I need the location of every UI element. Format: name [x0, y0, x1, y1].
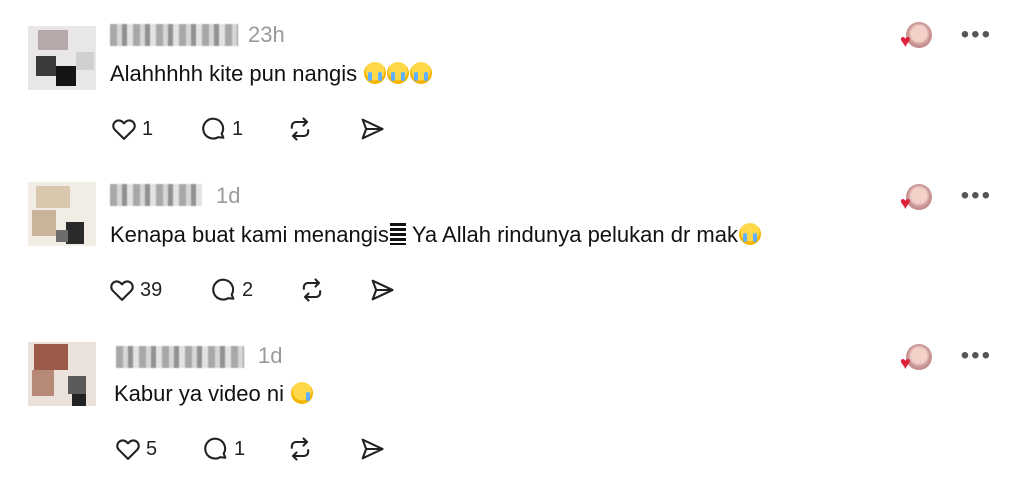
heart-badge-icon: ♥	[900, 31, 911, 51]
comment-icon	[212, 278, 235, 301]
like-count: 5	[146, 437, 158, 460]
like-button[interactable]: 39	[108, 275, 162, 305]
heart-icon	[112, 119, 136, 140]
comment-text-body: Alahhhhh kite pun nangis	[110, 61, 364, 86]
reply-button[interactable]: 1	[200, 114, 243, 144]
heart-badge-icon: ♥	[900, 193, 911, 213]
comment-text-continued: Ya Allah rindunya pelukan dr mak	[411, 222, 738, 247]
sad-tear-face-emoji	[291, 382, 314, 404]
repost-button[interactable]	[298, 275, 326, 305]
like-count: 39	[140, 278, 163, 301]
send-icon	[371, 279, 394, 301]
like-button[interactable]: 5	[114, 434, 157, 464]
comment-text-body: Kabur ya video ni	[114, 381, 291, 406]
liked-by-author-avatar: ♥	[900, 22, 934, 52]
repost-icon	[290, 117, 310, 141]
username[interactable]	[110, 184, 202, 206]
avatar[interactable]	[28, 342, 96, 406]
reply-button[interactable]: 1	[202, 434, 245, 464]
heart-badge-icon: ♥	[900, 353, 911, 373]
timestamp: 1d	[258, 343, 283, 368]
repost-button[interactable]	[286, 114, 314, 144]
username[interactable]	[116, 346, 244, 368]
share-button[interactable]	[358, 434, 386, 464]
share-button[interactable]	[368, 275, 396, 305]
flag-emoji	[389, 223, 406, 245]
reply-button[interactable]: 2	[210, 275, 253, 305]
repost-button[interactable]	[286, 434, 314, 464]
comment-text: Kabur ya video ni	[114, 380, 314, 408]
crying-face-emoji	[410, 62, 433, 84]
comment-item: 23h Alahhhhh kite pun nangis ♥ ••• 1 1	[0, 0, 1024, 160]
username[interactable]	[110, 24, 238, 46]
more-options-button[interactable]: •••	[961, 23, 992, 47]
repost-icon	[302, 278, 322, 302]
comment-item: 1d Kabur ya video ni ♥ ••• 5 1	[0, 320, 1024, 480]
comment-icon	[202, 117, 225, 140]
comment-text: Kenapa buat kami menangis Ya Allah rindun…	[110, 221, 761, 249]
comment-item: 1d Kenapa buat kami menangis Ya Allah rin…	[0, 160, 1024, 320]
timestamp: 23h	[248, 22, 285, 47]
avatar[interactable]	[28, 182, 96, 246]
repost-icon	[290, 437, 310, 461]
timestamp: 1d	[216, 183, 241, 208]
crying-face-emoji	[364, 62, 387, 84]
send-icon	[361, 438, 384, 460]
share-button[interactable]	[358, 114, 386, 144]
crying-face-emoji	[738, 223, 761, 245]
comment-text: Alahhhhh kite pun nangis	[110, 60, 433, 88]
like-button[interactable]: 1	[110, 114, 153, 144]
reply-count: 1	[232, 117, 244, 140]
send-icon	[361, 118, 384, 140]
comment-text-body: Kenapa buat kami menangis	[110, 222, 389, 247]
liked-by-author-avatar: ♥	[900, 184, 934, 214]
heart-icon	[116, 439, 140, 460]
liked-by-author-avatar: ♥	[900, 344, 934, 374]
reply-count: 1	[234, 437, 246, 460]
reply-count: 2	[242, 278, 254, 301]
more-options-button[interactable]: •••	[961, 344, 992, 368]
crying-face-emoji	[387, 62, 410, 84]
avatar[interactable]	[28, 26, 96, 90]
heart-icon	[110, 280, 134, 301]
like-count: 1	[142, 117, 154, 140]
more-options-button[interactable]: •••	[961, 184, 992, 208]
comment-icon	[204, 437, 227, 460]
